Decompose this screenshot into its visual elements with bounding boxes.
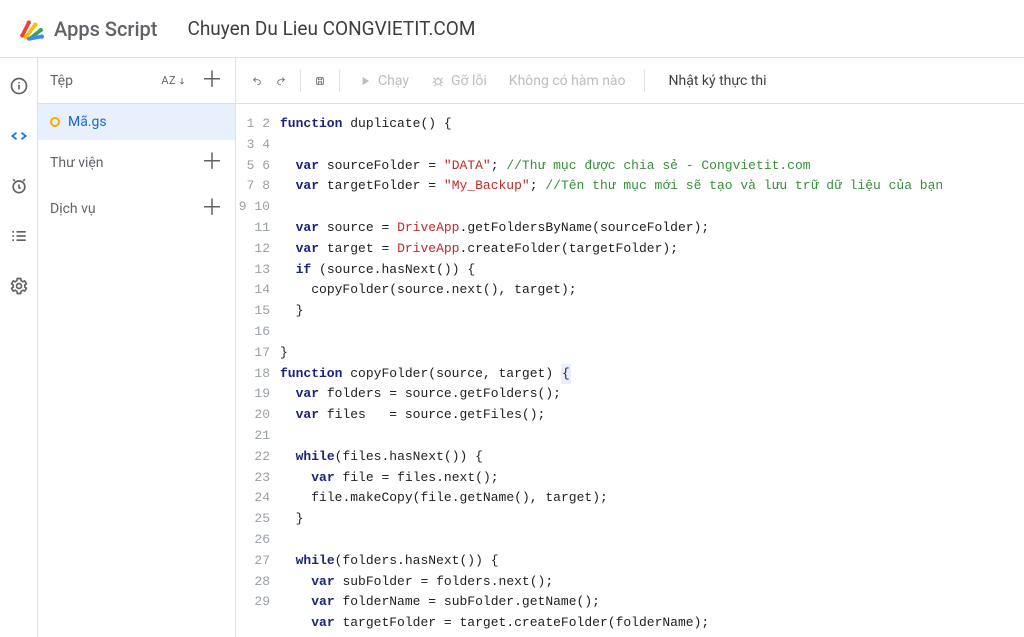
code-icon — [9, 126, 29, 146]
file-row-active[interactable]: Mã.gs — [38, 104, 235, 140]
debug-button[interactable]: Gỡ lỗi — [423, 69, 495, 93]
sidebar-files-label: Tệp — [50, 73, 73, 89]
rail-executions[interactable] — [5, 222, 33, 250]
sort-arrow-icon — [177, 76, 187, 86]
redo-button[interactable] — [272, 72, 290, 90]
add-service-button[interactable]: ＋ — [201, 198, 223, 220]
toolbar-divider — [300, 70, 301, 92]
rail-triggers[interactable] — [5, 172, 33, 200]
function-select-label: Không có hàm nào — [509, 73, 626, 89]
tab-execution-log-label: Nhật ký thực thi — [669, 73, 767, 89]
sidebar-services-header: Dịch vụ ＋ — [38, 186, 235, 232]
apps-script-logo-icon — [18, 16, 44, 42]
app-header: Apps Script Chuyen Du Lieu CONGVIETIT.CO… — [0, 0, 1024, 58]
product-logo[interactable]: Apps Script — [18, 16, 157, 42]
files-sidebar: Tệp AZ ＋ Mã.gs Thư viện ＋ Dịch vụ ＋ — [38, 58, 236, 637]
code-editor[interactable]: 1 2 3 4 5 6 7 8 9 10 11 12 13 14 15 16 1… — [236, 104, 1024, 637]
list-icon — [9, 226, 29, 246]
save-button[interactable] — [311, 72, 329, 90]
add-library-button[interactable]: ＋ — [201, 152, 223, 174]
run-button[interactable]: Chạy — [350, 69, 417, 93]
editor-toolbar: Chạy Gỡ lỗi Không có hàm nào Nhật ký thự… — [236, 58, 1024, 104]
bug-icon — [431, 74, 445, 88]
line-gutter: 1 2 3 4 5 6 7 8 9 10 11 12 13 14 15 16 1… — [236, 104, 280, 637]
debug-label: Gỡ lỗi — [451, 73, 487, 89]
play-icon — [358, 74, 372, 88]
unsaved-dot-icon — [50, 117, 60, 127]
product-name: Apps Script — [54, 17, 157, 41]
sidebar-libraries-header: Thư viện ＋ — [38, 140, 235, 186]
toolbar-divider — [339, 70, 340, 92]
run-label: Chạy — [378, 73, 409, 89]
file-name: Mã.gs — [68, 114, 107, 130]
add-file-button[interactable]: ＋ — [201, 70, 223, 92]
sidebar-libraries-label: Thư viện — [50, 155, 104, 171]
sort-label: AZ — [161, 74, 176, 87]
nav-rail — [0, 58, 38, 637]
toolbar-divider — [644, 70, 645, 92]
rail-overview[interactable] — [5, 72, 33, 100]
sidebar-files-header: Tệp AZ ＋ — [38, 58, 235, 104]
clock-icon — [9, 176, 29, 196]
gear-icon — [9, 276, 29, 296]
code-area[interactable]: function duplicate() { var sourceFolder … — [280, 104, 1024, 637]
sidebar-services-label: Dịch vụ — [50, 201, 96, 217]
project-title[interactable]: Chuyen Du Lieu CONGVIETIT.COM — [187, 17, 475, 40]
info-icon — [9, 76, 29, 96]
sort-button[interactable]: AZ — [161, 74, 187, 87]
rail-settings[interactable] — [5, 272, 33, 300]
undo-button[interactable] — [248, 72, 266, 90]
main: Chạy Gỡ lỗi Không có hàm nào Nhật ký thự… — [236, 58, 1024, 637]
tab-execution-log[interactable]: Nhật ký thực thi — [655, 58, 781, 104]
rail-editor[interactable] — [5, 122, 33, 150]
function-select[interactable]: Không có hàm nào — [501, 69, 634, 93]
